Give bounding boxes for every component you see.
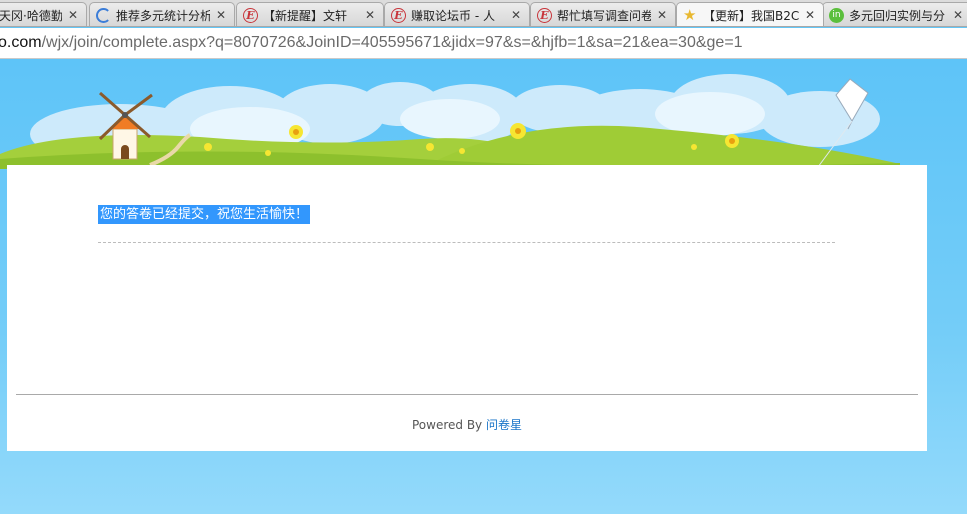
e-logo-icon: E [537,7,552,23]
tab-6[interactable]: in 多元回归实例与分 ✕ [822,2,967,26]
wenjuanxing-link[interactable]: 问卷星 [486,418,522,432]
powered-by: Powered By 问卷星 [7,416,927,433]
address-bar[interactable]: o.com/wjx/join/complete.aspx?q=8070726&J… [0,28,967,59]
powered-by-label: Powered By [411,418,483,432]
close-icon[interactable]: ✕ [66,8,80,22]
completion-message: 您的答卷已经提交，祝您生活愉快！ [98,205,311,224]
tab-3[interactable]: E 赚取论坛币 - 人 ✕ [384,2,530,26]
address-url[interactable]: o.com/wjx/join/complete.aspx?q=8070726&J… [0,34,743,52]
tab-5-active[interactable]: ★ 【更新】我国B2C ✕ [676,2,824,26]
address-domain: o.com [0,34,42,51]
close-icon[interactable]: ✕ [509,8,523,22]
e-logo-icon: E [243,7,258,23]
close-icon[interactable]: ✕ [951,8,965,22]
tab-0[interactable]: 天冈·哈德勤 ✕ [0,2,87,26]
e-logo-icon: E [391,7,406,23]
tab-1[interactable]: 推荐多元统计分析 ✕ [89,2,235,26]
tab-4[interactable]: E 帮忙填写调查问卷 ✕ [530,2,676,26]
content-card: 您的答卷已经提交，祝您生活愉快！ Powered By 问卷星 [7,165,927,451]
address-path: /wjx/join/complete.aspx?q=8070726&JoinID… [41,34,743,51]
loading-spinner-icon [96,7,111,23]
close-icon[interactable]: ✕ [655,8,669,22]
close-icon[interactable]: ✕ [803,8,817,22]
tab-2[interactable]: E 【新提醒】文轩 ✕ [236,2,384,26]
star-icon: ★ [683,5,697,24]
page-background: 您的答卷已经提交，祝您生活愉快！ Powered By 问卷星 [0,59,967,514]
dashed-divider [98,242,835,243]
browser-tab-strip: 天冈·哈德勤 ✕ 推荐多元统计分析 ✕ E 【新提醒】文轩 ✕ E 赚取论坛币 … [0,0,967,27]
footer-divider [16,394,918,395]
close-icon[interactable]: ✕ [214,8,228,22]
green-logo-icon: in [829,7,844,23]
close-icon[interactable]: ✕ [363,8,377,22]
